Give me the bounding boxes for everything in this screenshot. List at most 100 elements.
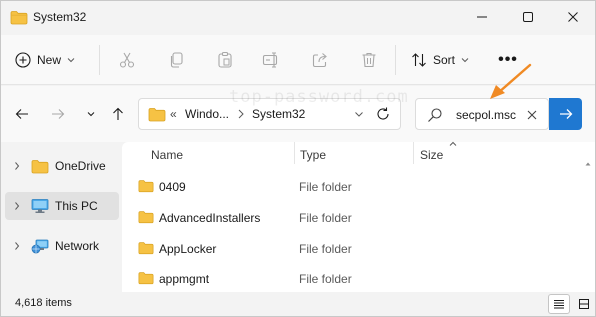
delete-button[interactable] [358, 49, 380, 71]
sort-ascending-icon [448, 137, 458, 151]
new-label: New [37, 53, 62, 67]
folder-icon [10, 10, 28, 28]
file-name: 0409 [159, 180, 186, 194]
nav-item-onedrive[interactable]: OneDrive [5, 152, 119, 180]
folder-icon [29, 159, 51, 174]
item-count: 4,618 items [15, 297, 72, 309]
folder-icon [138, 271, 154, 288]
maximize-icon [523, 12, 533, 22]
details-view-button[interactable] [548, 294, 570, 314]
command-bar: New Sort ••• [1, 35, 595, 85]
address-segment[interactable]: System32 [252, 107, 305, 121]
copy-button[interactable] [166, 49, 188, 71]
file-name: AppLocker [159, 242, 217, 256]
refresh-icon[interactable] [375, 106, 391, 125]
command-divider [395, 45, 396, 75]
rename-icon [262, 52, 278, 68]
search-icon [427, 107, 443, 126]
copy-icon [170, 52, 183, 68]
minimize-button[interactable] [459, 1, 505, 33]
file-row[interactable]: AppLocker File folder [132, 234, 572, 262]
chevron-down-icon[interactable] [353, 107, 365, 124]
search-box[interactable]: secpol.msc [415, 98, 549, 130]
folder-icon [138, 179, 154, 196]
close-icon [568, 12, 578, 22]
address-bar-row: « Windo... System32 secpol.msc [1, 86, 595, 142]
column-header-name[interactable]: Name [151, 142, 183, 168]
file-row[interactable]: AdvancedInstallers File folder [132, 203, 572, 231]
cut-icon [119, 52, 135, 68]
new-button[interactable]: New [15, 48, 75, 72]
details-view-icon [554, 300, 564, 309]
arrow-right-icon [559, 109, 572, 119]
paste-icon [218, 51, 232, 68]
file-name: AdvancedInstallers [159, 211, 261, 225]
file-type: File folder [299, 272, 352, 286]
title-bar[interactable]: System32 [1, 1, 595, 35]
address-overflow[interactable]: « [170, 107, 177, 121]
up-button[interactable] [107, 103, 129, 125]
forward-button[interactable] [47, 103, 69, 125]
arrow-up-icon [113, 107, 123, 120]
nav-item-this-pc[interactable]: This PC [5, 192, 119, 220]
clear-icon[interactable] [524, 107, 540, 126]
chevron-right-icon[interactable] [237, 107, 245, 124]
cut-button[interactable] [116, 49, 138, 71]
minimize-icon [477, 16, 487, 18]
file-type: File folder [299, 242, 352, 256]
sort-icon [412, 53, 426, 67]
sort-button[interactable]: Sort [411, 48, 469, 72]
back-button[interactable] [11, 103, 33, 125]
arrow-left-icon [15, 109, 28, 119]
network-icon [29, 238, 51, 254]
scroll-up-icon [585, 162, 591, 166]
file-row[interactable]: 0409 File folder [132, 172, 572, 200]
rename-button[interactable] [260, 49, 282, 71]
navigation-pane: OneDrive This PC Network [1, 142, 121, 292]
chevron-right-icon[interactable] [7, 200, 27, 212]
folder-icon [148, 107, 166, 125]
sort-label: Sort [433, 53, 456, 67]
share-button[interactable] [309, 49, 331, 71]
delete-icon [362, 52, 376, 68]
file-row[interactable]: appmgmt File folder [132, 264, 572, 292]
file-type: File folder [299, 180, 352, 194]
close-button[interactable] [550, 1, 595, 33]
recent-locations-button[interactable] [80, 103, 102, 125]
column-header-size[interactable]: Size [420, 142, 443, 168]
chevron-down-icon [461, 58, 469, 63]
nav-item-network[interactable]: Network [5, 232, 119, 260]
chevron-right-icon[interactable] [7, 160, 27, 172]
chevron-down-icon [87, 112, 95, 117]
status-bar: 4,618 items [1, 292, 595, 316]
more-options-button[interactable]: ••• [496, 49, 520, 71]
column-divider[interactable] [413, 142, 414, 164]
address-segment[interactable]: Windo... [185, 107, 229, 121]
search-go-button[interactable] [549, 98, 582, 130]
column-divider[interactable] [294, 142, 295, 164]
maximize-button[interactable] [505, 1, 551, 33]
nav-item-label: This PC [55, 199, 98, 213]
file-type: File folder [299, 211, 352, 225]
file-list: Name Type Size 0409 File folder Advanced… [122, 141, 595, 292]
folder-icon [138, 241, 154, 258]
computer-icon [29, 198, 51, 214]
address-bar[interactable]: « Windo... System32 [138, 98, 401, 130]
column-header-type[interactable]: Type [300, 142, 326, 168]
chevron-down-icon [67, 58, 75, 63]
nav-item-label: Network [55, 239, 100, 253]
paste-button[interactable] [214, 49, 236, 71]
folder-icon [138, 210, 154, 227]
window-title: System32 [33, 10, 87, 24]
nav-item-label: OneDrive [55, 159, 106, 173]
search-input[interactable]: secpol.msc [456, 108, 516, 122]
tiles-view-button[interactable] [573, 294, 595, 314]
file-name: appmgmt [159, 272, 210, 286]
vertical-scrollbar[interactable] [585, 156, 591, 170]
add-icon [15, 52, 31, 68]
share-icon [312, 53, 327, 68]
arrow-right-icon [52, 109, 65, 119]
tiles-view-icon [579, 299, 589, 309]
file-explorer-window: System32 New Sort ••• « Windo... System3… [0, 0, 596, 317]
chevron-right-icon[interactable] [7, 240, 27, 252]
